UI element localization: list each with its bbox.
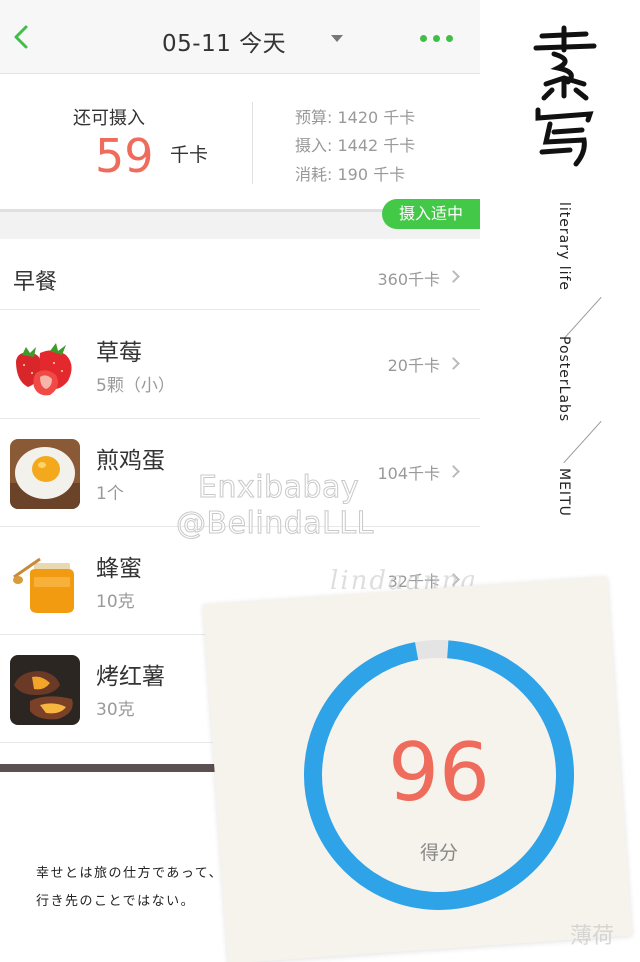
poster-label-meitu: MEITU	[556, 468, 572, 517]
calorie-summary: 还可摄入 59 千卡 预算: 1420 千卡 摄入: 1442 千卡 消耗: 1…	[0, 74, 480, 209]
top-bar: 05-11 今天	[0, 0, 480, 74]
remaining-label: 还可摄入	[73, 108, 145, 129]
chevron-right-icon	[447, 270, 460, 283]
honey-jar-icon	[10, 547, 80, 617]
food-item-strawberry[interactable]: 草莓 5颗（小） 20千卡	[0, 311, 480, 419]
score-label: 得分	[419, 842, 458, 864]
food-amount: 30克	[96, 700, 135, 720]
date-dropdown-icon[interactable]	[331, 35, 343, 42]
back-arrow-icon[interactable]	[8, 22, 34, 52]
watermark-text: Enxibabay	[197, 470, 360, 506]
meal-header-breakfast[interactable]: 早餐 360千卡	[0, 242, 480, 310]
quote-line-1: 幸せとは旅の仕方であって、	[36, 866, 224, 881]
quote-line-2: 行き先のことではない。	[36, 894, 196, 909]
strawberry-icon	[10, 331, 80, 401]
remaining-value: 59	[95, 129, 154, 183]
poster-label-literary-life: literary life	[556, 202, 572, 292]
food-name: 煎鸡蛋	[96, 448, 165, 474]
fried-egg-icon	[10, 439, 80, 509]
food-amount: 10克	[96, 592, 135, 612]
food-amount: 1个	[96, 484, 124, 504]
corner-watermark: 薄荷	[570, 924, 615, 949]
poster-label-posterlabs: PosterLabs	[556, 336, 572, 423]
sweet-potato-icon	[10, 655, 80, 725]
chevron-right-icon	[447, 465, 460, 478]
date-title[interactable]: 05-11 今天	[162, 24, 286, 58]
summary-divider	[252, 102, 253, 184]
watermark-text: @BelindaLLL	[176, 506, 374, 542]
food-kcal: 104千卡	[377, 464, 440, 483]
food-name: 草莓	[96, 340, 142, 366]
food-name: 蜂蜜	[96, 556, 142, 582]
bottom-bar	[0, 764, 250, 772]
meal-kcal: 360千卡	[377, 270, 440, 289]
meal-name: 早餐	[13, 270, 58, 295]
score-value: 96	[388, 726, 490, 819]
more-menu-icon[interactable]	[420, 35, 454, 43]
status-badge: 摄入适中	[382, 199, 480, 229]
divider-line	[563, 420, 602, 464]
remaining-unit: 千卡	[170, 144, 209, 166]
food-kcal: 20千卡	[387, 356, 440, 375]
divider-line	[563, 296, 602, 340]
chevron-right-icon	[447, 357, 460, 370]
food-amount: 5颗（小）	[96, 376, 175, 396]
intake-progress-band: 摄入适中	[0, 199, 480, 239]
intake-stat: 摄入: 1442 千卡	[295, 136, 416, 155]
budget-stat: 预算: 1420 千卡	[295, 108, 416, 127]
food-name: 烤红薯	[96, 664, 165, 690]
burned-stat: 消耗: 190 千卡	[295, 165, 406, 184]
brand-logo-calligraphy	[533, 25, 597, 167]
